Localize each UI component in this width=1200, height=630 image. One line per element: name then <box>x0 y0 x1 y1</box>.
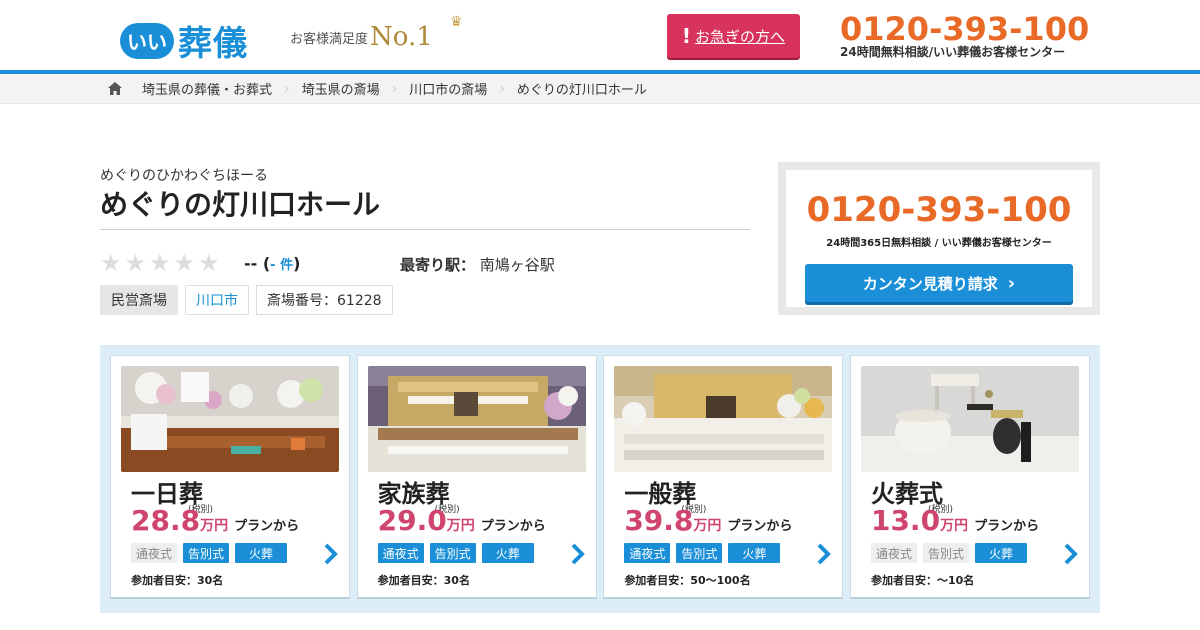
ceremony-badges: 通夜式 告別式 火葬 <box>624 543 786 563</box>
tag-city[interactable]: 川口市 <box>185 285 249 315</box>
price-value: 39.8 <box>624 504 694 537</box>
badge-wake: 通夜式 <box>624 543 671 563</box>
chevron-right-icon[interactable] <box>321 542 341 566</box>
tag-type: 民営斎場 <box>100 285 178 315</box>
chevron-right-icon[interactable] <box>1061 542 1081 566</box>
title-divider <box>100 229 750 230</box>
contact-caption: 24時間365日無料相談 / いい葬儀お客様センター <box>826 238 1052 249</box>
plan-price: 13.0 万円 プランから <box>871 504 1039 537</box>
facility-tags: 民営斎場 川口市 斎場番号：61228 <box>100 285 400 315</box>
chevron-right-icon: › <box>391 80 398 97</box>
exclamation-icon: ! <box>681 24 692 48</box>
badge-wake: 通夜式 <box>377 543 424 563</box>
rating-value: -- <box>244 254 258 273</box>
star-icon: ★ <box>100 249 122 277</box>
attendee-estimate: 参加者目安：50～100名 <box>624 574 751 587</box>
star-icon: ★ <box>198 249 220 277</box>
facility-kana: めぐりのひかわぐちほーる <box>100 168 268 184</box>
nearest-station: 最寄り駅： 南鳩ヶ谷駅 <box>400 254 555 275</box>
site-header: いい 葬儀 お客様満足度 ♛ No.1 ! お急ぎの方へ 0120-393-10… <box>0 0 1200 70</box>
badge-farewell: 告別式 <box>183 543 230 563</box>
plan-photo <box>121 366 339 472</box>
chevron-right-icon[interactable] <box>568 542 588 566</box>
ceremony-badges: 通夜式 告別式 火葬 <box>131 543 293 563</box>
logo-badge: いい <box>120 22 174 59</box>
attendee-estimate: 参加者目安：～10名 <box>870 574 975 587</box>
logo-text: 葬儀 <box>178 24 248 64</box>
badge-wake: 通夜式 <box>870 543 917 563</box>
plan-card[interactable]: 一日葬 (税別) 28.8 万円 プランから 通夜式 告別式 火葬 参加者目安：… <box>110 355 350 599</box>
plan-card[interactable]: 家族葬 (税別) 29.0 万円 プランから 通夜式 告別式 火葬 参加者目安：… <box>356 355 597 599</box>
quote-request-button[interactable]: カンタン見積り請求 › <box>805 264 1073 302</box>
review-count-link[interactable]: - 件 <box>270 258 293 273</box>
star-icon: ★ <box>124 249 147 277</box>
attendee-estimate: 参加者目安：30名 <box>131 574 224 587</box>
badge-cremation: 火葬 <box>728 543 781 563</box>
page-title: めぐりの灯川口ホール <box>100 188 381 221</box>
badge-farewell: 告別式 <box>429 543 476 563</box>
badge-farewell: 告別式 <box>922 543 969 563</box>
price-suffix: プランから <box>727 519 793 534</box>
station-label: 最寄り駅： <box>400 256 476 274</box>
breadcrumb: 埼玉県の葬儀・お葬式 › 埼玉県の斎場 › 川口市の斎場 › めぐりの灯川口ホール <box>0 74 1200 104</box>
breadcrumb-item[interactable]: 埼玉県の葬儀・お葬式 <box>142 79 272 98</box>
star-icon: ★ <box>173 249 196 277</box>
breadcrumb-item[interactable]: 川口市の斎場 <box>409 79 487 98</box>
urgent-button-label: お急ぎの方へ <box>695 27 786 46</box>
badge-farewell: 告別式 <box>676 543 723 563</box>
plan-photo <box>367 366 586 472</box>
contact-phone[interactable]: 0120-393-100 <box>786 190 1092 230</box>
price-suffix: プランから <box>480 519 546 534</box>
rating-stars: ★ ★ ★ ★ ★ <box>100 250 223 276</box>
plan-card[interactable]: 火葬式 (税別) 13.0 万円 プランから 通夜式 告別式 火葬 参加者目安：… <box>849 355 1090 599</box>
price-value: 29.0 <box>377 504 447 537</box>
badge-cremation: 火葬 <box>235 543 288 563</box>
badge-cremation: 火葬 <box>481 543 534 563</box>
star-icon: ★ <box>149 249 171 277</box>
breadcrumb-item[interactable]: 埼玉県の斎場 <box>302 79 380 98</box>
chevron-right-icon: › <box>1007 272 1016 294</box>
site-logo[interactable]: いい 葬儀 <box>120 16 248 65</box>
price-suffix: プランから <box>234 519 300 534</box>
plan-price: 39.8 万円 プランから <box>624 504 792 537</box>
satisfaction-badge: お客様満足度 ♛ No.1 <box>290 14 463 52</box>
satisfaction-label: お客様満足度 <box>290 32 369 47</box>
plan-card[interactable]: 一般葬 (税別) 39.8 万円 プランから 通夜式 告別式 火葬 参加者目安：… <box>603 355 844 599</box>
price-unit: 万円 <box>693 518 722 534</box>
home-icon[interactable] <box>108 81 124 96</box>
attendee-estimate: 参加者目安：30名 <box>377 574 470 587</box>
price-unit: 万円 <box>446 518 475 534</box>
header-phone-caption: 24時間無料相談/いい葬儀お客様センター <box>840 45 1066 59</box>
breadcrumb-current: めぐりの灯川口ホール <box>516 83 647 98</box>
price-value: 13.0 <box>870 504 941 537</box>
price-unit: 万円 <box>940 518 969 534</box>
price-unit: 万円 <box>200 518 229 534</box>
plan-photo <box>614 366 833 472</box>
ceremony-badges: 通夜式 告別式 火葬 <box>377 543 540 563</box>
satisfaction-rank: ♛ No.1 <box>370 14 463 52</box>
contact-box: 0120-393-100 24時間365日無料相談 / いい葬儀お客様センター … <box>778 162 1100 315</box>
rank-text: No.1 <box>370 22 433 52</box>
chevron-right-icon: › <box>499 80 505 97</box>
crown-icon: ♛ <box>450 14 464 30</box>
plan-photo <box>860 366 1079 472</box>
badge-wake: 通夜式 <box>131 543 178 563</box>
price-value: 28.8 <box>131 504 201 537</box>
station-name: 南鳩ヶ谷駅 <box>479 256 555 274</box>
rating-summary: -- (- 件) <box>244 254 301 273</box>
chevron-right-icon[interactable] <box>814 542 834 566</box>
chevron-right-icon: › <box>284 80 290 97</box>
plan-price: 29.0 万円 プランから <box>378 504 546 537</box>
ceremony-badges: 通夜式 告別式 火葬 <box>870 543 1033 563</box>
plan-price: 28.8 万円 プランから <box>131 504 299 537</box>
quote-button-label: カンタン見積り請求 <box>862 274 998 293</box>
urgent-button[interactable]: ! お急ぎの方へ <box>667 14 800 58</box>
tag-facility-number: 斎場番号：61228 <box>256 285 393 315</box>
badge-cremation: 火葬 <box>975 543 1028 563</box>
price-suffix: プランから <box>974 519 1040 534</box>
plan-list: 一日葬 (税別) 28.8 万円 プランから 通夜式 告別式 火葬 参加者目安：… <box>100 345 1100 613</box>
